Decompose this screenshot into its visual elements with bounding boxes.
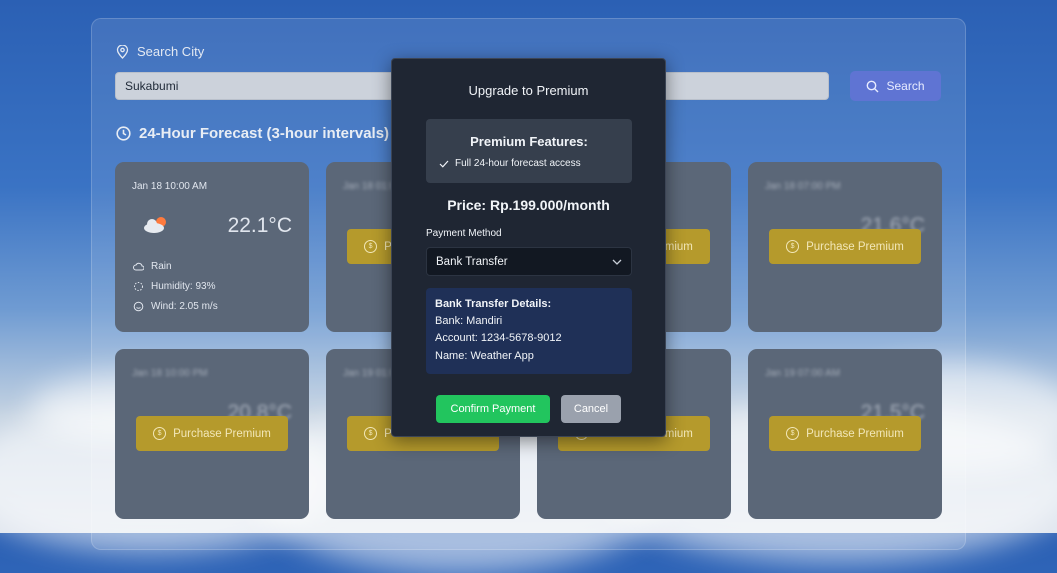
map-pin-icon: [116, 44, 129, 59]
card-date: Jan 18 10:00 PM: [132, 368, 208, 379]
dollar-icon: $: [786, 427, 800, 440]
humidity-row: Humidity: 93%: [133, 281, 215, 292]
card-date: Jan 18 10:00 AM: [132, 181, 208, 192]
search-button[interactable]: Search: [850, 71, 941, 101]
features-title: Premium Features:: [470, 134, 588, 149]
search-label-text: Search City: [137, 44, 205, 59]
card-temperature: 22.1°C: [227, 214, 292, 237]
card-date: Jan 18 07:00 PM: [765, 181, 841, 192]
forecast-section-title: 24-Hour Forecast (3-hour intervals): [116, 125, 389, 142]
forecast-card: Jan 18 10:00 AM 22.1°C Rain Humidity: 93…: [115, 162, 309, 332]
droplets-icon: [134, 282, 143, 291]
forecast-card-locked: Jan 18 07:00 PM 21.6°C $ Purchase Premiu…: [748, 162, 942, 332]
bank-account: Account: 1234-5678-9012: [435, 332, 562, 344]
forecast-title-text: 24-Hour Forecast (3-hour intervals): [139, 125, 390, 142]
account-holder-name: Name: Weather App: [435, 350, 534, 362]
card-date: Jan 19 07:00 AM: [765, 368, 841, 379]
cloud-sun-icon: [144, 217, 166, 233]
purchase-premium-button[interactable]: $ Purchase Premium: [136, 416, 288, 451]
modal-title: Upgrade to Premium: [468, 83, 589, 98]
cancel-button[interactable]: Cancel: [561, 395, 621, 423]
wind-icon: [133, 301, 144, 312]
clock-icon: [116, 126, 131, 141]
purchase-premium-button[interactable]: $ Purchase Premium: [769, 416, 921, 451]
payment-method-label: Payment Method: [426, 228, 502, 239]
card-humidity: Humidity: 93%: [151, 281, 216, 292]
purchase-premium-button[interactable]: $ Purchase Premium: [769, 229, 921, 264]
feature-text: Full 24-hour forecast access: [455, 158, 581, 169]
purchase-premium-label: Purchase Premium: [173, 427, 271, 440]
wind-row: Wind: 2.05 m/s: [133, 301, 218, 312]
card-condition: Rain: [151, 261, 172, 272]
dollar-icon: $: [153, 427, 167, 440]
payment-method-value: Bank Transfer: [436, 255, 508, 268]
dollar-icon: $: [364, 240, 378, 253]
checkmark-icon: [439, 160, 449, 168]
forecast-card-locked: Jan 18 10:00 PM 20.8°C $ Purchase Premiu…: [115, 349, 309, 519]
cloud-icon: [133, 262, 144, 271]
chevron-down-icon: [612, 259, 622, 265]
bank-transfer-details: Bank Transfer Details: Bank: Mandiri Acc…: [426, 288, 632, 374]
purchase-premium-label: Purchase Premium: [806, 427, 904, 440]
dollar-icon: $: [364, 427, 378, 440]
condition-row: Rain: [133, 261, 172, 272]
card-wind: Wind: 2.05 m/s: [151, 301, 218, 312]
bank-details-title: Bank Transfer Details:: [435, 298, 552, 310]
premium-features-box: Premium Features: Full 24-hour forecast …: [426, 119, 632, 183]
dollar-icon: $: [786, 240, 800, 253]
search-icon: [867, 80, 879, 92]
search-button-label: Search: [886, 79, 925, 93]
feature-item: Full 24-hour forecast access: [439, 158, 581, 169]
search-label: Search City: [116, 44, 204, 59]
forecast-card-locked: Jan 19 07:00 AM 21.5°C $ Purchase Premiu…: [748, 349, 942, 519]
purchase-premium-label: Purchase Premium: [806, 240, 904, 253]
premium-price: Price: Rp.199.000/month: [447, 197, 610, 213]
bank-name: Bank: Mandiri: [435, 315, 503, 327]
confirm-payment-button[interactable]: Confirm Payment: [436, 395, 550, 423]
payment-method-select[interactable]: Bank Transfer: [426, 247, 632, 276]
upgrade-modal: Upgrade to Premium Premium Features: Ful…: [391, 58, 666, 437]
